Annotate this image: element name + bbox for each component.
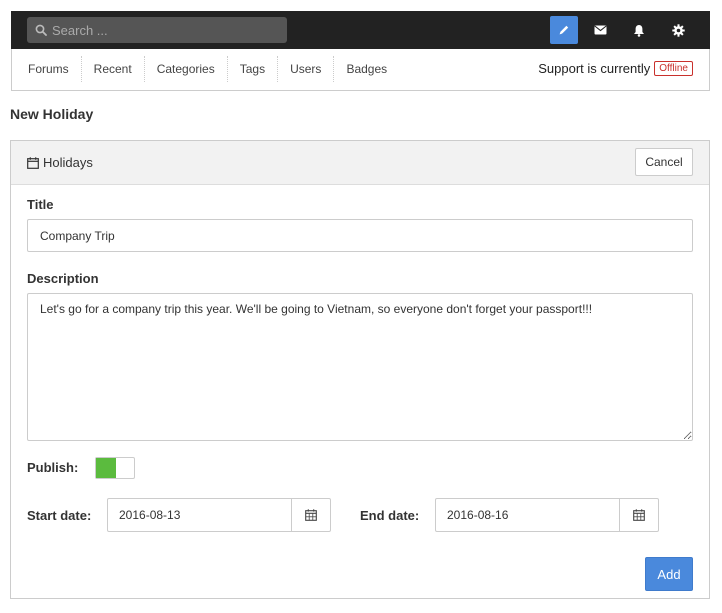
page-title: New Holiday [10, 106, 94, 122]
title-label: Title [27, 197, 54, 212]
nav-links: Forums Recent Categories Tags Users Badg… [16, 49, 399, 89]
holiday-form-panel: Holidays Cancel Title Description Let's … [10, 140, 710, 599]
nav-link-badges[interactable]: Badges [333, 56, 399, 82]
nav-link-categories[interactable]: Categories [143, 56, 227, 82]
gear-icon [671, 23, 685, 37]
end-date-picker-button[interactable] [619, 499, 658, 531]
calendar-icon [27, 156, 39, 169]
search-input[interactable] [52, 22, 272, 38]
toggle-on-indicator [96, 458, 116, 478]
calendar-icon [305, 509, 317, 521]
description-label: Description [27, 271, 99, 286]
nav-link-users[interactable]: Users [277, 56, 333, 82]
start-date-picker-button[interactable] [291, 499, 330, 531]
publish-label: Publish: [27, 460, 79, 475]
end-date-input[interactable] [436, 499, 619, 531]
search-icon [35, 24, 47, 36]
publish-toggle[interactable] [95, 457, 135, 479]
support-label: Support is currently [538, 61, 651, 76]
add-button[interactable]: Add [645, 557, 693, 591]
calendar-icon [633, 509, 645, 521]
start-date-input[interactable] [108, 499, 291, 531]
description-textarea[interactable]: Let's go for a company trip this year. W… [27, 293, 693, 441]
top-toolbar [11, 11, 710, 49]
compose-button[interactable] [550, 16, 578, 44]
title-input[interactable] [27, 219, 693, 252]
status-badge: Offline [654, 61, 693, 76]
messages-button[interactable] [586, 16, 614, 44]
panel-title-label: Holidays [43, 155, 93, 170]
nav-link-forums[interactable]: Forums [16, 56, 81, 82]
start-date-label: Start date: [27, 508, 92, 523]
search-box[interactable] [27, 17, 287, 43]
settings-button[interactable] [664, 16, 692, 44]
envelope-icon [593, 25, 607, 35]
notifications-button[interactable] [625, 16, 653, 44]
panel-header: Holidays Cancel [11, 141, 709, 185]
cancel-button[interactable]: Cancel [635, 148, 693, 176]
end-date-group [435, 498, 659, 532]
nav-bar: Forums Recent Categories Tags Users Badg… [11, 49, 710, 91]
end-date-label: End date: [360, 508, 420, 523]
panel-title: Holidays [27, 155, 93, 170]
nav-link-recent[interactable]: Recent [80, 56, 144, 82]
pencil-icon [559, 25, 569, 35]
nav-link-tags[interactable]: Tags [226, 56, 277, 82]
support-status: Support is currently Offline [538, 61, 693, 76]
bell-icon [634, 24, 644, 37]
start-date-group [107, 498, 331, 532]
